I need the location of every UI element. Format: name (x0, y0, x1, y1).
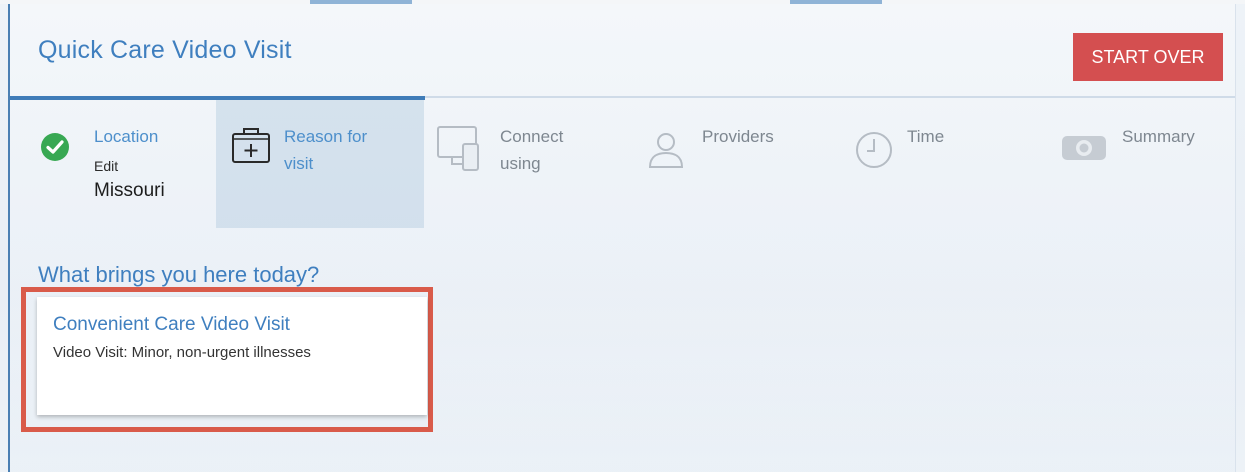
step-connect-using[interactable]: Connect using (426, 100, 626, 228)
visit-option-description: Video Visit: Minor, non-urgent illnesses (53, 344, 311, 361)
medical-kit-icon (232, 128, 270, 163)
visit-option-title: Convenient Care Video Visit (53, 314, 290, 335)
step-providers-label: Providers (702, 127, 774, 146)
start-over-button[interactable]: START OVER (1073, 33, 1223, 81)
step-time-label: Time (907, 127, 945, 146)
step-summary[interactable]: Summary (1050, 100, 1235, 228)
step-connect-label-line1: Connect (500, 127, 564, 146)
reason-question: What brings you here today? (38, 262, 320, 287)
location-value: Missouri (94, 180, 165, 201)
page-header: Quick Care Video Visit START OVER (10, 4, 1235, 98)
step-connect-label-line2: using (500, 154, 541, 173)
step-providers[interactable]: Providers (630, 100, 830, 228)
check-circle-icon (41, 133, 69, 161)
page-title: Quick Care Video Visit (38, 36, 292, 64)
step-navigation: Location Edit Missouri Reason for visit … (10, 100, 1235, 230)
clock-icon (856, 132, 892, 168)
step-reason-for-visit[interactable]: Reason for visit (216, 100, 424, 228)
visit-option-card[interactable]: Convenient Care Video Visit Video Visit:… (37, 297, 427, 415)
person-icon (648, 133, 684, 168)
devices-icon (437, 126, 479, 171)
step-location[interactable]: Location Edit Missouri (10, 100, 215, 228)
step-reason-label-line1: Reason for (284, 127, 368, 146)
step-reason-label-line2: visit (284, 154, 314, 173)
step-summary-label: Summary (1122, 127, 1195, 146)
progress-divider (10, 96, 1235, 100)
step-time[interactable]: Time (840, 100, 1040, 228)
step-location-label: Location (94, 127, 159, 146)
location-edit-link[interactable]: Edit (94, 158, 118, 174)
camera-icon (1062, 136, 1106, 160)
